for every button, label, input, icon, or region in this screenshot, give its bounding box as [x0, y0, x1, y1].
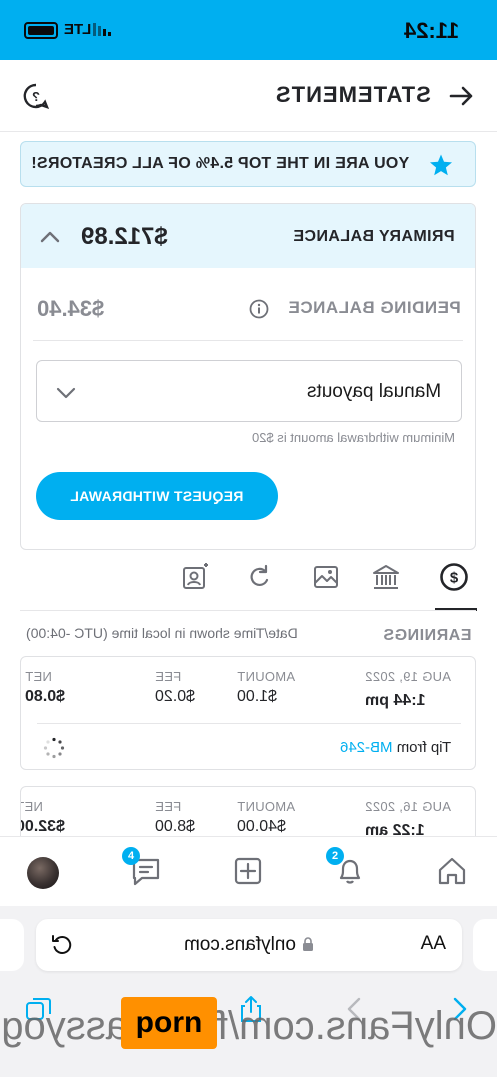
- transaction-fee: FEE $0.20: [155, 669, 195, 706]
- bottom-navigation: 4 2: [0, 836, 497, 906]
- divider: [20, 610, 476, 611]
- redo-icon: [250, 564, 269, 587]
- url-display: onlyfans.com: [36, 934, 462, 956]
- sender-link[interactable]: MB-246: [340, 739, 393, 756]
- battery-icon: [24, 22, 58, 39]
- request-withdrawal-label: REQUEST WITHDRAWAL: [70, 488, 244, 504]
- transaction-description: Tip from MB-246: [340, 739, 451, 756]
- nav-messages[interactable]: 4: [122, 847, 166, 891]
- status-bar: LTE 11:24: [0, 0, 497, 60]
- payout-method-value: Manual payouts: [306, 381, 441, 402]
- divider: [37, 723, 461, 724]
- description-prefix: Tip from: [396, 739, 451, 756]
- transaction-date: AUG 16, 2022 1:22 am: [365, 799, 451, 840]
- page-title: STATEMENTS: [275, 82, 431, 107]
- primary-balance-row[interactable]: $712.89 PRIMARY BALANCE: [21, 204, 475, 268]
- back-arrow-icon[interactable]: [447, 82, 475, 110]
- tab-earnings[interactable]: $: [437, 560, 471, 594]
- transaction-fee: FEE $8.00: [155, 799, 195, 836]
- chevron-down-icon: [56, 387, 76, 399]
- star-icon: [430, 154, 452, 176]
- pending-balance-label: PENDING BALANCE: [288, 298, 461, 317]
- amount-header: AMOUNT: [236, 669, 295, 684]
- page-header: ? STATEMENTS: [0, 60, 497, 132]
- tab-peek-left[interactable]: [0, 919, 24, 971]
- image-icon: [314, 566, 338, 588]
- watermark-text: OnlyFans.com/frontyassyoga: [0, 1004, 497, 1048]
- clock: 11:24: [403, 18, 459, 43]
- reader-settings-button[interactable]: AA: [421, 933, 446, 955]
- loading-spinner-icon: [43, 737, 65, 759]
- svg-text:?: ?: [32, 89, 40, 104]
- avatar[interactable]: [27, 857, 59, 889]
- address-bar[interactable]: onlyfans.com AA: [36, 919, 462, 971]
- date-label: AUG 16, 2022: [365, 799, 451, 814]
- signal-icon: [93, 23, 111, 36]
- transaction-row[interactable]: AUG 19, 2022 1:44 pm AMOUNT $1.00 FEE $0…: [20, 656, 476, 770]
- net-value: $32.00: [20, 818, 65, 835]
- dollar-circle-icon: $: [440, 563, 468, 591]
- primary-balance-label: PRIMARY BALANCE: [293, 228, 455, 245]
- watermark-logo: porn: [121, 997, 217, 1049]
- home-icon: [438, 857, 466, 885]
- transaction-amount: AMOUNT $40.00: [237, 799, 295, 836]
- info-icon[interactable]: [249, 299, 269, 319]
- amount-value: $40.00: [236, 818, 286, 835]
- tab-profile[interactable]: [177, 560, 211, 594]
- earnings-title: EARNINGS: [382, 627, 471, 644]
- lock-icon: [302, 937, 313, 951]
- net-header: NET: [24, 669, 52, 684]
- statement-tabs: $: [0, 552, 497, 612]
- fee-header: FEE: [154, 799, 182, 814]
- transaction-amount: AMOUNT $1.00: [237, 669, 295, 706]
- request-withdrawal-button[interactable]: REQUEST WITHDRAWAL: [36, 472, 278, 520]
- date-label: AUG 19, 2022: [365, 669, 451, 684]
- time-value: 1:44 pm: [365, 692, 426, 709]
- top-creator-banner: YOU ARE IN THE TOP 5.4% OF ALL CREATORS!: [20, 141, 476, 187]
- messages-badge: 4: [122, 847, 140, 865]
- tab-bank[interactable]: [369, 560, 403, 594]
- balance-card: $712.89 PRIMARY BALANCE $34.40 PENDING B…: [20, 203, 476, 550]
- primary-balance-value: $712.89: [81, 223, 168, 250]
- tab-refresh[interactable]: [243, 560, 277, 594]
- profile-card-icon: [183, 563, 208, 589]
- transaction-date: AUG 19, 2022 1:44 pm: [365, 669, 451, 710]
- notifications-badge: 2: [326, 847, 344, 865]
- minimum-withdrawal-note: Minimum withdrawal amount is $20: [251, 430, 455, 445]
- help-icon[interactable]: ?: [22, 82, 50, 110]
- nav-notifications[interactable]: 2: [326, 847, 370, 891]
- banner-text: YOU ARE IN THE TOP 5.4% OF ALL CREATORS!: [30, 155, 409, 172]
- tab-peek-right[interactable]: [473, 919, 497, 971]
- net-value: $0.80: [24, 688, 65, 705]
- payout-method-select[interactable]: Manual payouts: [36, 360, 462, 422]
- browser-chrome: onlyfans.com AA OnlyFans.com/frontyassyo…: [0, 906, 497, 1077]
- svg-text:$: $: [450, 570, 459, 587]
- fee-value: $0.20: [154, 688, 195, 705]
- amount-header: AMOUNT: [236, 799, 295, 814]
- divider: [33, 340, 463, 341]
- tab-image[interactable]: [309, 560, 343, 594]
- add-post-icon: [234, 857, 262, 885]
- amount-value: $1.00: [236, 688, 277, 705]
- net-header: NET: [21, 799, 43, 814]
- url-text: onlyfans.com: [184, 934, 297, 955]
- transaction-net: NET $32.00: [20, 799, 65, 836]
- nav-add-post[interactable]: [228, 851, 268, 891]
- pending-balance-value: $34.40: [37, 296, 105, 321]
- transaction-net: NET $0.80: [25, 669, 65, 706]
- nav-home[interactable]: [432, 851, 472, 891]
- fee-header: FEE: [154, 669, 182, 684]
- timezone-note: Date/Time shown in local time (UTC -04:0…: [26, 625, 298, 641]
- bank-icon: [373, 565, 399, 589]
- fee-value: $8.00: [154, 818, 195, 835]
- chevron-up-icon[interactable]: [39, 226, 61, 248]
